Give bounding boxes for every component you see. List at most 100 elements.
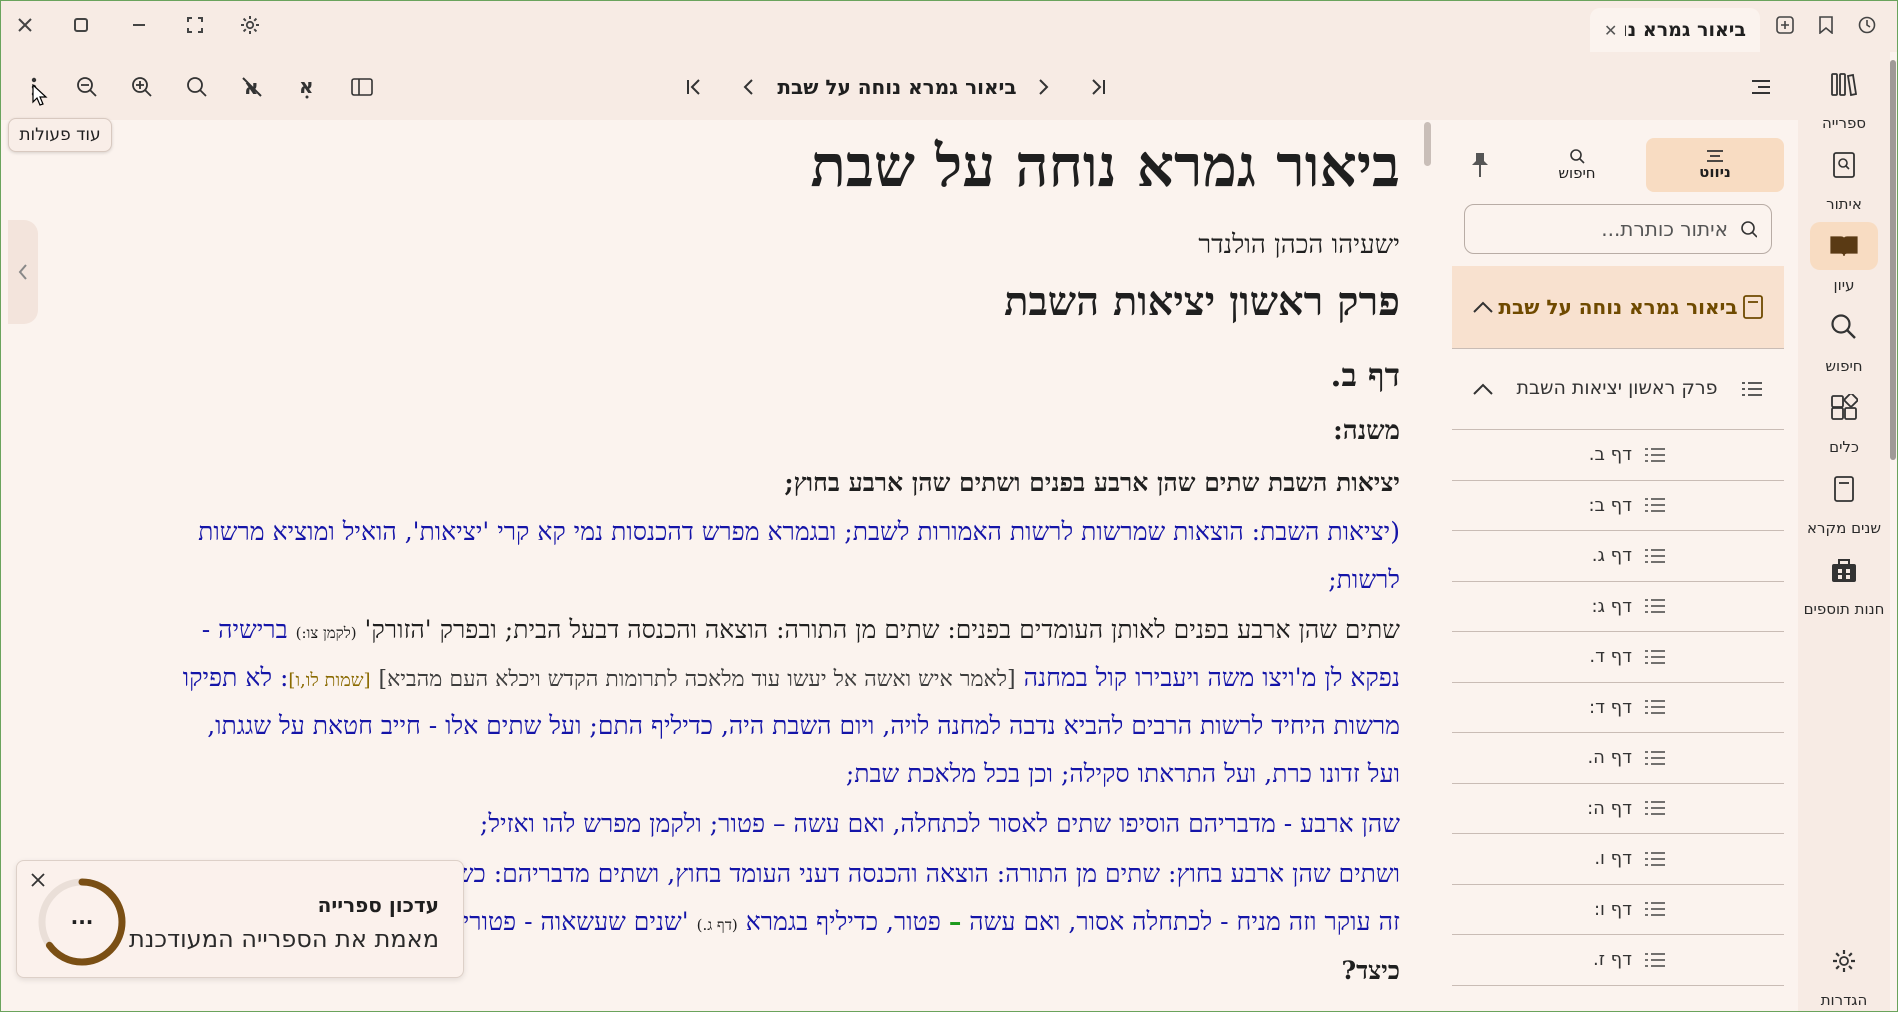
toc-item[interactable]: דף ו. bbox=[1452, 834, 1784, 885]
new-tab-icon[interactable] bbox=[1772, 12, 1798, 38]
verse-reference[interactable]: [שמות לו,ו] bbox=[288, 670, 370, 691]
rail-find[interactable]: איתור bbox=[1798, 141, 1890, 221]
toc-item-label: דף ב: bbox=[1588, 494, 1632, 516]
history-icon[interactable] bbox=[1854, 12, 1880, 38]
commentary-line: נפקא לן מ'ויצו משה ויעבירו קול במחנה [לא… bbox=[8, 663, 1400, 693]
toc-item-label: דף ב. bbox=[1588, 444, 1632, 466]
commentary-segment: נפקא לן מ'ויצו משה ויעבירו קול במחנה bbox=[1023, 663, 1400, 692]
book-author: ישעיהו הכהן הולנדר bbox=[1198, 230, 1400, 260]
tab-navigation[interactable]: ניווט bbox=[1646, 138, 1784, 192]
rail-search-label: חיפוש bbox=[1825, 357, 1863, 375]
rail-tanakh[interactable]: שנים מקרא bbox=[1798, 465, 1890, 545]
svg-text:א: א bbox=[299, 75, 314, 98]
pin-panel-button[interactable] bbox=[1452, 138, 1508, 192]
toc-item[interactable]: דף ב: bbox=[1452, 481, 1784, 531]
tab-search[interactable]: חיפוש bbox=[1508, 138, 1646, 192]
rail-addons[interactable]: חנות תוספים bbox=[1798, 546, 1890, 626]
toc-item-label: דף ג: bbox=[1591, 595, 1632, 617]
library-icon bbox=[1810, 60, 1878, 108]
rail-find-label: איתור bbox=[1826, 195, 1862, 213]
verse-quote: [לאמר איש ואשה אל יעשו עוד מלאכה לתרומות… bbox=[378, 667, 1016, 692]
toc-item[interactable]: דף ו: bbox=[1452, 885, 1784, 935]
rail-tanakh-label: שנים מקרא bbox=[1806, 519, 1882, 537]
notification-message: מאמת את הספרייה המעודכנת bbox=[128, 925, 439, 953]
minimize-window-icon[interactable] bbox=[126, 12, 152, 38]
rail-tools[interactable]: כלים bbox=[1798, 384, 1890, 464]
rail-library[interactable]: ספרייה bbox=[1798, 60, 1890, 140]
book-icon bbox=[1810, 465, 1878, 513]
toc-item[interactable]: דף ד: bbox=[1452, 683, 1784, 733]
toc-item-label: דף ו: bbox=[1593, 898, 1632, 920]
toc-item-label: דף ו. bbox=[1594, 848, 1632, 870]
window-scrollbar[interactable] bbox=[1890, 60, 1896, 460]
toc-search-input[interactable] bbox=[1479, 217, 1728, 241]
toc-item[interactable]: דף ג: bbox=[1452, 582, 1784, 632]
toc-tabs: ניווט חיפוש bbox=[1452, 138, 1784, 192]
list-icon bbox=[1645, 700, 1665, 715]
navigation-rail: ספרייה איתור עיון חיפוש כלים שנים מקרא ח… bbox=[1798, 52, 1890, 1012]
nikud-toggle-icon[interactable]: א bbox=[290, 70, 324, 104]
toc-item[interactable]: דף ג. bbox=[1452, 531, 1784, 582]
document-tab[interactable]: ביאור גמרא נו ✕ bbox=[1590, 8, 1760, 52]
first-section-icon[interactable] bbox=[1081, 70, 1115, 104]
book-icon bbox=[1743, 295, 1763, 319]
toolbar-book-title[interactable]: ביאור גמרא נוחה על שבת bbox=[772, 70, 1022, 104]
last-section-icon[interactable] bbox=[677, 70, 711, 104]
rail-study-label: עיון bbox=[1833, 276, 1855, 294]
list-icon bbox=[1645, 750, 1665, 765]
maximize-window-icon[interactable] bbox=[68, 12, 94, 38]
commentary-segment: : לא תפיקו bbox=[182, 663, 289, 692]
bookmark-icon[interactable] bbox=[1813, 12, 1839, 38]
open-book-icon bbox=[1810, 222, 1878, 270]
progress-label: ... bbox=[70, 905, 94, 929]
commentary-line: (יציאות השבת: הוצאות שמרשות לרשות האמורו… bbox=[198, 517, 1400, 546]
pin-icon bbox=[1472, 153, 1488, 177]
mouse-cursor-icon bbox=[32, 84, 48, 106]
rail-tools-label: כלים bbox=[1829, 438, 1859, 456]
tab-navigation-label: ניווט bbox=[1699, 163, 1731, 181]
toc-item[interactable]: דף ז. bbox=[1452, 935, 1784, 986]
zoom-out-icon[interactable] bbox=[70, 70, 104, 104]
hide-nikud-icon[interactable]: א bbox=[235, 70, 269, 104]
mishna-line: יציאות השבת שתים שהן ארבע בפנים ושתים שה… bbox=[784, 468, 1400, 497]
settings-gear-icon[interactable] bbox=[237, 12, 263, 38]
daf-heading: דף ב. bbox=[1330, 356, 1400, 394]
toc-item-label: דף ז. bbox=[1592, 949, 1632, 971]
rail-study[interactable]: עיון bbox=[1798, 222, 1890, 302]
content-scrollbar[interactable] bbox=[1424, 122, 1431, 166]
search-in-text-icon[interactable] bbox=[180, 70, 214, 104]
tab-search-label: חיפוש bbox=[1558, 164, 1596, 182]
toc-item[interactable]: דף ב. bbox=[1452, 430, 1784, 481]
list-icon bbox=[1707, 150, 1723, 162]
toc-item[interactable]: דף ה: bbox=[1452, 784, 1784, 834]
commentary-segment: זה עוקר וזה מניח - לכתחלה אסור, ואם עשה bbox=[969, 907, 1400, 936]
rail-search[interactable]: חיפוש bbox=[1798, 303, 1890, 383]
toc-toggle-icon[interactable] bbox=[1744, 70, 1778, 104]
rail-settings[interactable]: הגדרות bbox=[1798, 937, 1890, 1012]
toc-chapter-entry[interactable]: פרק ראשון יציאות השבת bbox=[1452, 348, 1784, 430]
commentary-line: שהן ארבע - מדבריהם הוסיפו שתים לאסור לכת… bbox=[479, 809, 1400, 838]
toc-search-box[interactable] bbox=[1464, 204, 1772, 254]
chevron-up-icon[interactable] bbox=[1472, 382, 1494, 396]
reference[interactable]: (לקמן צו:) bbox=[296, 624, 357, 642]
list-icon bbox=[1645, 952, 1665, 967]
commentary-line: מרשות היחיד לרשות הרבים להביא נדבה למחנה… bbox=[207, 711, 1400, 740]
previous-section-icon[interactable] bbox=[1026, 70, 1060, 104]
next-section-icon[interactable] bbox=[732, 70, 766, 104]
commentary-line: לרשות; bbox=[1328, 565, 1400, 594]
toc-item-label: דף ד. bbox=[1589, 646, 1632, 668]
toc-item-label: דף ד: bbox=[1589, 696, 1632, 718]
list-icon bbox=[1645, 498, 1665, 513]
toc-item[interactable]: דף ה. bbox=[1452, 733, 1784, 784]
reference[interactable]: (דף ג.) bbox=[697, 916, 738, 934]
list-icon bbox=[1645, 599, 1665, 614]
tab-close-icon[interactable]: ✕ bbox=[1604, 21, 1617, 40]
list-icon bbox=[1742, 382, 1762, 396]
close-window-icon[interactable] bbox=[12, 12, 38, 38]
chevron-up-icon[interactable] bbox=[1472, 300, 1494, 314]
split-view-icon[interactable] bbox=[345, 70, 379, 104]
toc-book-entry[interactable]: ביאור גמרא נוחה על שבת bbox=[1452, 266, 1784, 348]
fullscreen-icon[interactable] bbox=[182, 12, 208, 38]
zoom-in-icon[interactable] bbox=[125, 70, 159, 104]
toc-item[interactable]: דף ד. bbox=[1452, 632, 1784, 683]
